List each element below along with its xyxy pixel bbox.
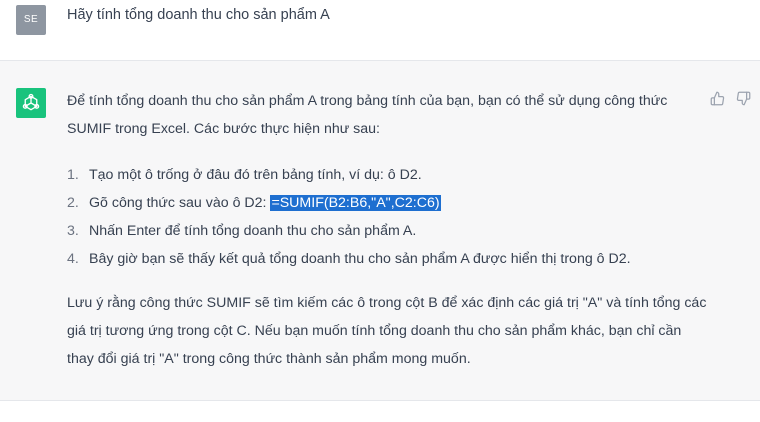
page-bottom-area (0, 402, 760, 422)
step-text: Nhấn Enter để tính tổng doanh thu cho sả… (89, 223, 417, 239)
step-text: Tạo một ô trống ở đâu đó trên bảng tính,… (89, 167, 422, 183)
step-number: 3. (67, 223, 79, 239)
user-message-text: Hãy tính tổng doanh thu cho sản phẩm A (67, 7, 330, 23)
list-item: 3. Nhấn Enter để tính tổng doanh thu cho… (67, 217, 707, 245)
formula-selected-text[interactable]: =SUMIF(B2:B6,"A",C2:C6) (270, 195, 441, 211)
list-item: 4. Bây giờ bạn sẽ thấy kết quả tổng doan… (67, 245, 707, 273)
assistant-message-row: Để tính tổng doanh thu cho sản phẩm A tr… (0, 60, 760, 401)
step-number: 4. (67, 251, 79, 267)
list-item: 1. Tạo một ô trống ở đâu đó trên bảng tí… (67, 161, 707, 189)
list-item: 2. Gõ công thức sau vào ô D2: =SUMIF(B2:… (67, 189, 707, 217)
thumbs-down-icon[interactable] (734, 89, 752, 107)
thumbs-up-icon[interactable] (708, 89, 726, 107)
answer-note: Lưu ý rằng công thức SUMIF sẽ tìm kiếm c… (67, 295, 707, 367)
step-text: Bây giờ bạn sẽ thấy kết quả tổng doanh t… (89, 251, 631, 267)
openai-logo-icon (16, 88, 46, 118)
user-message-row: SE Hãy tính tổng doanh thu cho sản phẩm … (0, 0, 760, 60)
step-number: 1. (67, 167, 79, 183)
answer-intro: Để tính tổng doanh thu cho sản phẩm A tr… (67, 93, 668, 137)
steps-list: 1. Tạo một ô trống ở đâu đó trên bảng tí… (67, 161, 707, 273)
assistant-message-content: Để tính tổng doanh thu cho sản phẩm A tr… (67, 87, 707, 373)
user-avatar: SE (16, 5, 46, 35)
step-number: 2. (67, 195, 79, 211)
step-text: Gõ công thức sau vào ô D2: (89, 195, 271, 211)
